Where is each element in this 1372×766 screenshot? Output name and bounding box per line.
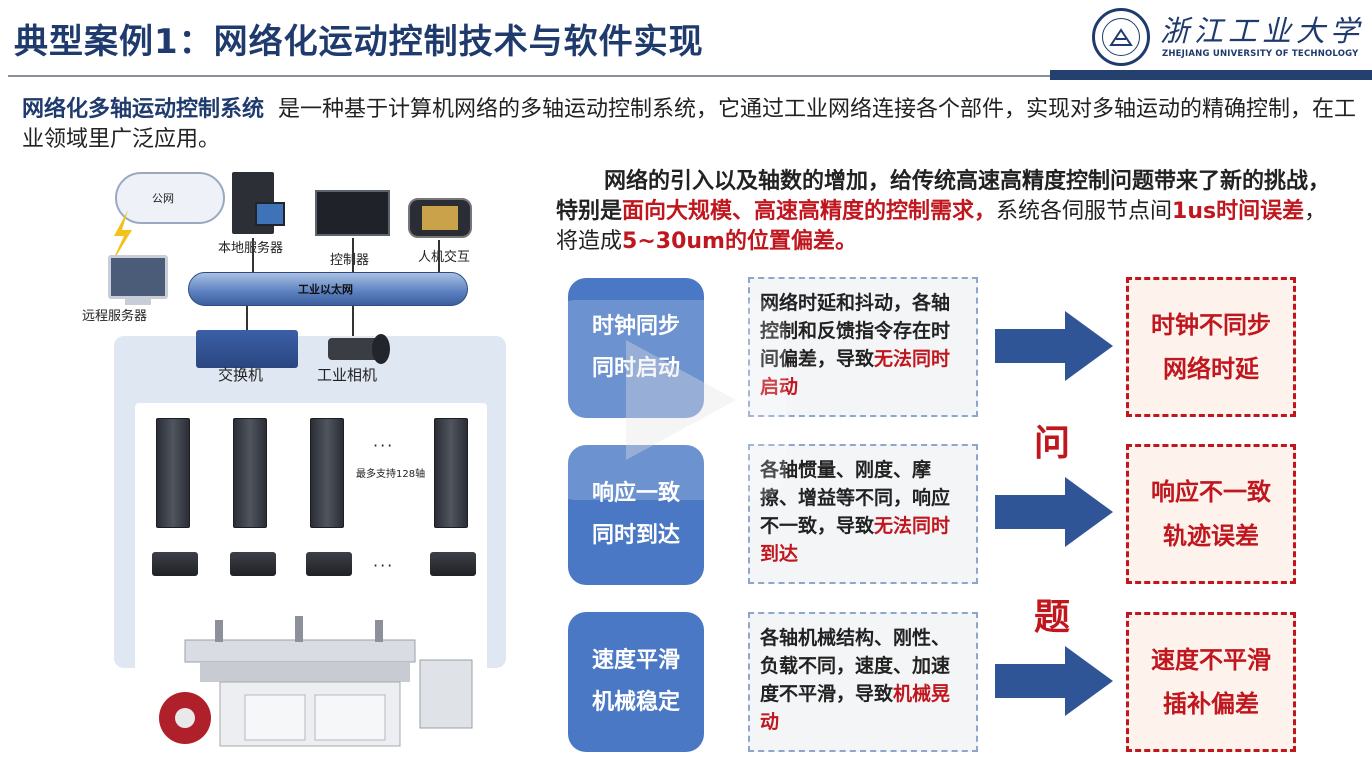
logo-english-name: ZHEJIANG UNIVERSITY OF TECHNOLOGY	[1162, 49, 1359, 59]
result-speed: 速度不平滑 插补偏差	[1126, 612, 1296, 752]
ethernet-label: 工业以太网	[298, 283, 353, 296]
camera-label: 工业相机	[317, 366, 378, 384]
servo-motor-icon	[230, 552, 276, 576]
result-line-2: 插补偏差	[1163, 690, 1259, 718]
switch-label: 交换机	[218, 366, 264, 384]
pill-speed: 速度平滑 机械稳定	[568, 612, 704, 752]
server-screen	[255, 202, 285, 226]
result-line-2: 网络时延	[1163, 355, 1259, 383]
ellipsis: ···	[373, 436, 395, 455]
link-line	[352, 306, 354, 336]
camera-lens	[372, 334, 390, 364]
challenge-paragraph: 网络的引入以及轴数的增加，给传统高速高精度控制问题带来了新的挑战，特别是面向大规…	[556, 167, 1341, 257]
intro-paragraph: 网络化多轴运动控制系统 是一种基于计算机网络的多轴运动控制系统，它通过工业网络连接…	[22, 95, 1357, 155]
link-line	[246, 306, 248, 332]
pill-line-2: 机械稳定	[591, 690, 680, 715]
result-line-1: 响应不一致	[1151, 478, 1271, 506]
result-line-1: 速度不平滑	[1151, 646, 1271, 674]
challenge-text-2: 系统各伺服节点间	[996, 199, 1173, 224]
link-line	[252, 238, 254, 272]
header-rule	[8, 75, 1058, 77]
cloud-label: 公网	[152, 192, 174, 205]
challenge-highlight-1: 面向大规模、高速高精度的控制需求，	[622, 199, 997, 224]
servo-motor-icon	[152, 552, 198, 576]
link-line	[438, 240, 440, 272]
arrow-right-icon	[995, 477, 1113, 547]
university-seal-icon	[1092, 8, 1150, 66]
local-server-label: 本地服务器	[218, 241, 284, 256]
pill-line-1: 速度平滑	[591, 648, 680, 673]
pendant-screen	[422, 206, 458, 230]
university-logo: 浙江工业大学 ZHEJIANG UNIVERSITY OF TECHNOLOGY	[1092, 6, 1364, 66]
max-axes-label: 最多支持128轴	[356, 469, 426, 480]
controller-icon	[315, 190, 390, 236]
industrial-machine-icon	[159, 616, 473, 747]
logo-chinese-name: 浙江工业大学	[1160, 14, 1365, 48]
servo-motor-icon	[306, 552, 352, 576]
play-watermark-icon	[546, 300, 786, 500]
result-clock-sync: 时钟不同步 网络时延	[1126, 277, 1296, 417]
remote-server-label: 远程服务器	[82, 309, 148, 324]
result-line-2: 轨迹误差	[1163, 522, 1259, 550]
link-line	[352, 238, 354, 272]
controller-label: 控制器	[330, 253, 370, 268]
servo-drive-icon	[156, 418, 190, 528]
desc-speed: 各轴机械结构、刚性、负载不同，速度、加速度不平滑，导致机械晃动	[748, 612, 978, 752]
question-char-2: 题	[1034, 597, 1071, 638]
result-response: 响应不一致 轨迹误差	[1126, 444, 1296, 584]
pill-line-2: 同时到达	[591, 523, 680, 548]
ellipsis: ···	[373, 556, 395, 575]
hmi-label: 人机交互	[418, 250, 471, 265]
question-char-1: 问	[1034, 423, 1071, 464]
intro-highlight: 网络化多轴运动控制系统	[22, 97, 265, 122]
servo-motor-icon	[430, 552, 476, 576]
arrow-right-icon	[995, 646, 1113, 716]
switch-icon	[196, 330, 298, 368]
system-diagram: 公网 远程服务器 本地服务器 控制器 人机交互 工业以太网 交换机 工业相机 ·…	[70, 160, 520, 755]
servo-drive-icon	[310, 418, 344, 528]
page-title: 典型案例1：网络化运动控制技术与软件实现	[14, 22, 704, 62]
arrow-right-icon	[995, 311, 1113, 381]
challenge-highlight-2: 1us时间误差	[1172, 199, 1305, 224]
servo-drive-icon	[233, 418, 267, 528]
remote-server-icon	[108, 255, 168, 299]
challenge-highlight-3: 5~30um的位置偏差。	[622, 229, 857, 254]
servo-drive-icon	[434, 418, 468, 528]
header-accent-bar	[1050, 70, 1372, 80]
result-line-1: 时钟不同步	[1151, 311, 1271, 339]
